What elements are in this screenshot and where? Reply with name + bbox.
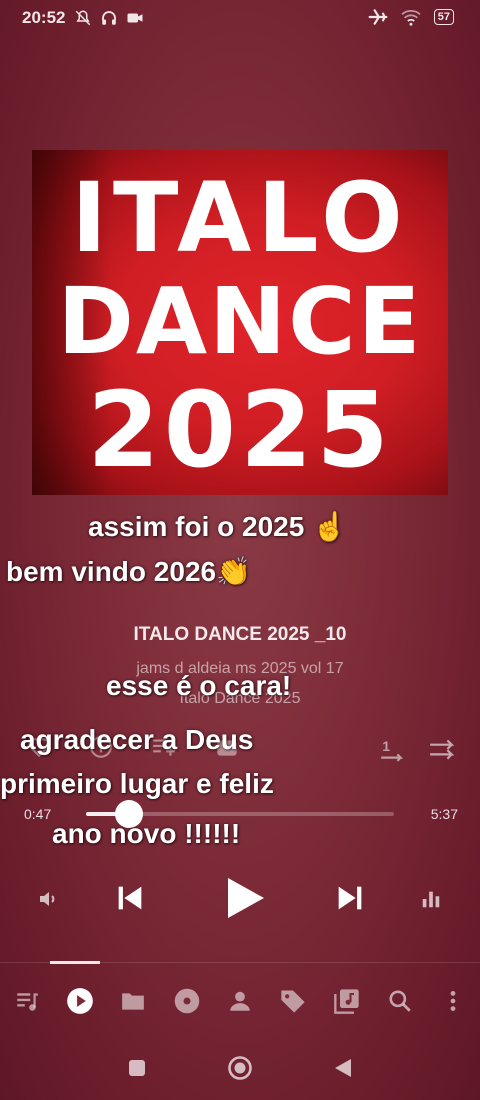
headphones-icon — [102, 11, 116, 25]
overlay-comment-6: ano novo !!!!!! — [52, 818, 241, 849]
overlay-comment-5: primeiro lugar e feliz — [0, 768, 274, 799]
play-button[interactable] — [218, 872, 270, 924]
nav-active-indicator — [50, 961, 100, 964]
home-button[interactable] — [227, 1055, 253, 1086]
shuffle-icon — [430, 739, 455, 760]
nav-genres[interactable] — [273, 981, 313, 1021]
track-title: ITALO DANCE 2025 _10 — [133, 624, 347, 645]
overlay-comment-3: esse é o cara! — [106, 670, 292, 701]
previous-button[interactable] — [110, 878, 150, 918]
status-time: 20:52 — [22, 8, 66, 27]
nav-now-playing[interactable] — [60, 981, 100, 1021]
nav-albums[interactable] — [167, 981, 207, 1021]
bottom-nav — [0, 980, 480, 1022]
album-cover: ITALO DANCE 2025 — [32, 150, 448, 495]
now-playing-icon — [67, 988, 93, 1014]
recents-button[interactable] — [127, 1058, 147, 1083]
total-time: 5:37 — [430, 806, 458, 822]
nav-artists[interactable] — [220, 981, 260, 1021]
next-icon — [338, 886, 362, 910]
nav-library[interactable] — [327, 981, 367, 1021]
library-icon — [333, 989, 359, 1014]
system-nav-bar — [0, 1050, 480, 1090]
back-icon — [335, 1058, 351, 1077]
overlay-comment-4: agradecer a Deus — [20, 724, 254, 755]
shuffle-button[interactable] — [428, 736, 456, 767]
overlay-comment-2: bem vindo 2026👏 — [6, 556, 251, 587]
mute-icon — [75, 10, 91, 26]
volume-button[interactable] — [34, 884, 64, 914]
cover-line-1: ITALO — [71, 162, 409, 274]
repeat-one-button[interactable]: 1 — [378, 736, 406, 767]
equalizer-button[interactable] — [416, 884, 446, 914]
play-icon — [228, 878, 264, 918]
equalizer-icon — [422, 891, 440, 908]
recents-icon — [129, 1059, 145, 1076]
more-icon — [450, 991, 456, 1011]
cover-line-3: 2025 — [87, 369, 393, 491]
overlay-comment-1: assim foi o 2025 ☝️ — [88, 511, 347, 542]
artist-icon — [230, 991, 250, 1011]
battery-indicator: 57 — [433, 9, 454, 25]
wifi-icon — [401, 10, 421, 26]
cover-line-2: DANCE — [57, 268, 423, 375]
next-button[interactable] — [330, 878, 370, 918]
tag-icon — [281, 990, 305, 1013]
back-button[interactable] — [333, 1057, 353, 1084]
nav-search[interactable] — [380, 981, 420, 1021]
nav-more[interactable] — [433, 981, 473, 1021]
nav-folders[interactable] — [113, 981, 153, 1021]
airplane-icon — [368, 9, 388, 25]
volume-icon — [40, 892, 55, 906]
album-icon — [174, 988, 199, 1014]
nav-queue[interactable] — [7, 981, 47, 1021]
queue-icon — [16, 993, 38, 1011]
folder-icon — [122, 993, 145, 1010]
search-icon — [389, 990, 411, 1012]
elapsed-time: 0:47 — [24, 806, 52, 822]
status-right-icons: 57 — [368, 7, 454, 27]
status-left-icons — [74, 9, 144, 27]
camera-icon — [127, 13, 143, 23]
svg-text:1: 1 — [382, 738, 390, 754]
previous-icon — [118, 886, 142, 910]
repeat-one-icon: 1 — [381, 738, 404, 762]
home-icon — [228, 1055, 252, 1080]
